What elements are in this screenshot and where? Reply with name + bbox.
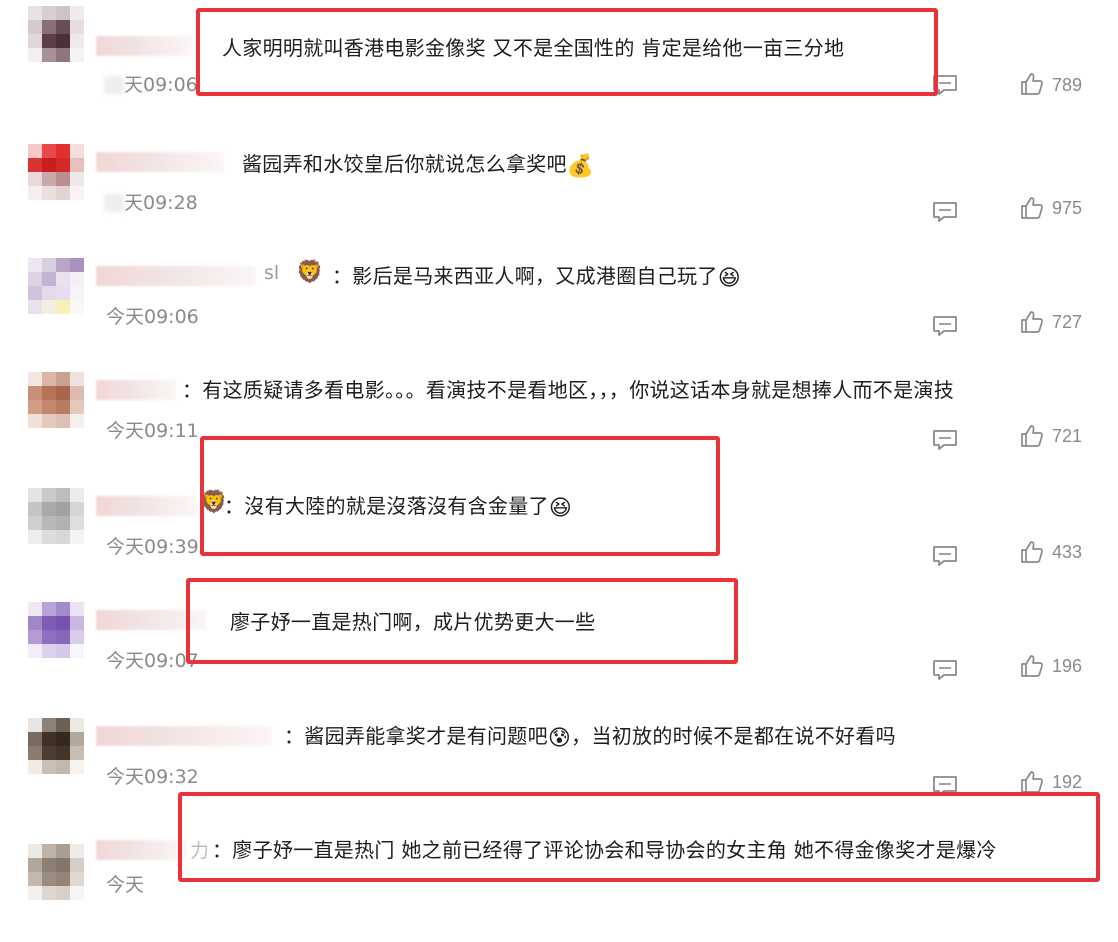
comment-text: ：廖子妤一直是热门 她之前已经得了评论协会和导协会的女主角 她不得金像奖才是爆冷 [212, 838, 997, 862]
comment-icon[interactable] [932, 429, 958, 451]
avatar[interactable] [28, 844, 84, 900]
username[interactable] [96, 610, 206, 630]
username-suffix: sl [264, 262, 280, 284]
comment-item: 人家明明就叫香港电影金像奖 又不是全国性的 肯定是给他一亩三分地 天09:06 … [0, 2, 1118, 118]
username[interactable] [96, 840, 186, 860]
like-count: 975 [1052, 198, 1083, 218]
comment-text: 酱园弄和水饺皇后你就说怎么拿奖吧💰 [242, 152, 595, 179]
laughing-emoji-icon: 😆 [548, 496, 573, 521]
comment-text: ：影后是马来西亚人啊，又成港圈自己玩了😆 [332, 264, 741, 291]
thumbs-up-icon[interactable] [1020, 196, 1044, 220]
laughing-emoji-icon: 😆 [717, 266, 741, 291]
avatar[interactable] [28, 372, 84, 428]
comment-icon[interactable] [932, 775, 958, 797]
comment-time: 今天09:11 [106, 416, 201, 443]
like-count: 727 [1052, 312, 1083, 332]
comment-time: 今天09:06 [106, 302, 201, 329]
thumbs-up-icon[interactable] [1020, 654, 1044, 678]
comment-time: 天09:06 [104, 70, 200, 97]
comment-item: sl 🦁 ：影后是马来西亚人啊，又成港圈自己玩了😆 今天09:06 727 [0, 252, 1118, 368]
thumbs-up-icon[interactable] [1020, 310, 1044, 334]
comment-text: ：酱园弄能拿奖才是有问题吧😰，当初放的时候不是都在说不好看吗 [284, 724, 896, 751]
comment-item: ：有这质疑请多看电影。。。看演技不是看地区，，，你说这话本身就是想捧人而不是演技… [0, 366, 1118, 482]
comment-text: ：沒有大陸的就是沒落沒有含金量了😆 [224, 494, 573, 521]
avatar[interactable] [28, 488, 84, 544]
username[interactable] [96, 380, 176, 400]
like-count: 192 [1052, 772, 1083, 792]
avatar[interactable] [28, 258, 84, 314]
avatar[interactable] [28, 718, 84, 774]
comment-icon[interactable] [932, 545, 958, 567]
comment-time: 今天09:32 [106, 762, 201, 789]
comment-item: 廖子妤一直是热门啊，成片优势更大一些 今天09:07 196 [0, 596, 1118, 712]
thumbs-up-icon[interactable] [1020, 424, 1044, 448]
username[interactable] [96, 726, 272, 746]
username[interactable] [96, 36, 192, 56]
comment-text: ：有这质疑请多看电影。。。看演技不是看地区，，，你说这话本身就是想捧人而不是演技 [182, 378, 954, 402]
anxious-emoji-icon: 😰 [547, 726, 572, 751]
comment-item: 🦁 ：沒有大陸的就是沒落沒有含金量了😆 今天09:39 433 [0, 482, 1118, 598]
comment-icon[interactable] [932, 315, 958, 337]
username[interactable] [96, 152, 224, 172]
crown-badge-icon: 🦁 [296, 260, 324, 285]
like-count: 196 [1052, 656, 1083, 676]
comment-icon[interactable] [932, 659, 958, 681]
comment-time: 今天 [106, 870, 147, 897]
thumbs-up-icon[interactable] [1020, 72, 1044, 96]
comment-text: 人家明明就叫香港电影金像奖 又不是全国性的 肯定是给他一亩三分地 [222, 36, 845, 60]
username[interactable] [96, 496, 196, 516]
thumbs-up-icon[interactable] [1020, 540, 1044, 564]
comment-time: 今天09:07 [106, 646, 201, 673]
comment-item: ：酱园弄能拿奖才是有问题吧😰，当初放的时候不是都在说不好看吗 今天09:32 1… [0, 712, 1118, 828]
avatar[interactable] [28, 144, 84, 200]
like-count: 789 [1052, 75, 1083, 95]
comment-icon[interactable] [932, 201, 958, 223]
avatar[interactable] [28, 602, 84, 658]
comment-item: 力 ：廖子妤一直是热门 她之前已经得了评论协会和导协会的女主角 她不得金像奖才是… [0, 826, 1118, 942]
comment-item: 酱园弄和水饺皇后你就说怎么拿奖吧💰 天09:28 975 [0, 138, 1118, 254]
username[interactable] [96, 266, 256, 286]
avatar[interactable] [28, 6, 84, 62]
like-count: 433 [1052, 542, 1083, 562]
comment-time: 今天09:39 [106, 532, 201, 559]
comment-icon[interactable] [932, 74, 958, 96]
comment-time: 天09:28 [104, 188, 200, 215]
comment-text: 廖子妤一直是热门啊，成片优势更大一些 [230, 610, 596, 634]
username-suffix: 力 [190, 840, 210, 862]
money-bag-icon: 💰 [566, 154, 595, 179]
like-count: 721 [1052, 426, 1083, 446]
thumbs-up-icon[interactable] [1020, 770, 1044, 794]
